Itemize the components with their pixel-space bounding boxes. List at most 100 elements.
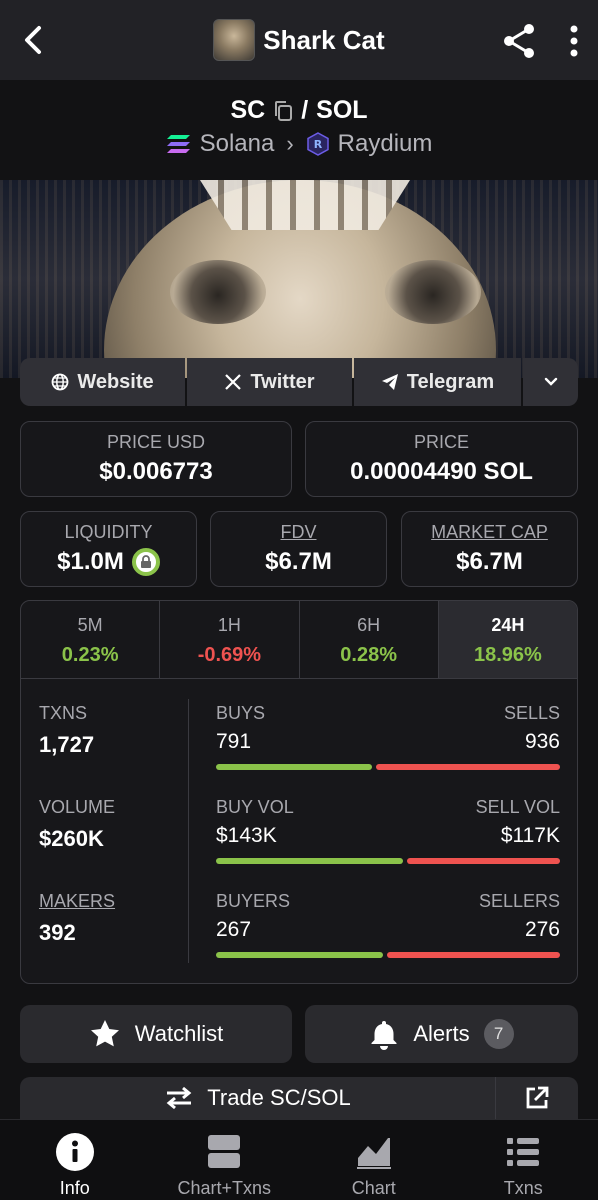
buyers-label: BUYERS [216,891,291,911]
txns-value: 1,727 [39,732,95,757]
token-avatar [213,19,256,61]
nav-chart-txns-label: Chart+Txns [177,1178,272,1198]
nav-info-label: Info [59,1178,90,1198]
alerts-label: Alerts [413,1021,470,1046]
alerts-button[interactable]: Alerts 7 [305,1005,578,1063]
sells-label: SELLS [503,703,560,723]
fdv-label[interactable]: FDV [211,522,386,543]
buyers-value: 267 [216,918,252,941]
volume-value: $260K [39,826,104,851]
buys-sells-bar [216,764,560,770]
tab-5m[interactable]: 5M 0.23% [21,601,161,678]
telegram-button[interactable]: Telegram [354,358,521,406]
volume-label: VOLUME [39,797,116,817]
star-icon [90,1020,119,1047]
area-chart-icon [356,1138,391,1169]
tab-change: -0.69% [197,644,262,666]
bottom-navigation: Info Chart+Txns Chart Txns [0,1119,598,1200]
more-options-icon[interactable] [560,22,588,60]
website-label: Website [77,370,154,393]
buyers-sellers-stat: BUYERS SELLERS 267 276 [216,891,560,958]
nav-txns[interactable]: Txns [449,1120,598,1200]
swap-arrows-icon [166,1086,192,1110]
twitter-button[interactable]: Twitter [187,358,352,406]
tab-label: 24H [491,615,525,635]
fdv-value: $6.7M [265,548,332,575]
page-title: Shark Cat [263,24,385,55]
svg-text:R: R [313,138,322,151]
watchlist-button[interactable]: Watchlist [20,1005,292,1063]
tab-1h[interactable]: 1H -0.69% [160,601,300,678]
quote-symbol: SOL [316,96,368,124]
sells-value: 936 [524,730,560,753]
lock-icon[interactable] [131,548,160,576]
volume-split-bar [216,858,560,864]
trading-stats-panel: 5M 0.23% 1H -0.69% 6H 0.28% 24H 18.96% T… [20,600,578,984]
top-bar: Shark Cat [0,0,598,80]
pair-header: SC / SOL Solana › R Raydium [0,80,598,180]
globe-icon [51,373,69,391]
nav-chart[interactable]: Chart [299,1120,449,1200]
website-button[interactable]: Website [20,358,185,406]
chain-dex-breadcrumb: Solana › R Raydium [0,130,598,158]
pair-name: SC / SOL [0,96,598,125]
txns-label: TXNS [39,703,88,723]
price-native-value: 0.00004490 SOL [350,458,533,485]
chart-txns-icon [208,1135,241,1168]
chain-name[interactable]: Solana [200,130,275,158]
twitter-label: Twitter [250,370,315,393]
info-icon [55,1133,94,1171]
social-links-bar: Website Twitter Telegram [20,358,578,406]
tab-label: 6H [357,615,381,635]
buys-value: 791 [216,730,252,753]
telegram-icon [381,374,398,390]
price-native-card: PRICE 0.00004490 SOL [305,421,578,497]
market-cap-value: $6.7M [456,548,523,575]
solana-icon [166,135,190,153]
x-logo-icon [225,374,242,390]
makers-stat: MAKERS 392 [39,891,115,946]
more-links-button[interactable] [523,358,578,406]
watchlist-label: Watchlist [134,1021,224,1046]
copy-icon[interactable] [273,100,293,122]
tab-6h[interactable]: 6H 0.28% [300,601,439,678]
sellers-value: 276 [524,918,560,941]
list-icon [507,1138,540,1166]
market-cap-card: MARKET CAP $6.7M [401,511,578,587]
share-icon[interactable] [500,22,538,60]
sellers-label: SELLERS [478,891,560,911]
nav-txns-label: Txns [503,1178,543,1198]
trade-label: Trade SC/SOL [207,1085,351,1110]
pair-slash: / [301,96,309,124]
open-external-button[interactable] [495,1077,578,1119]
liquidity-value: $1.0M [57,548,124,575]
market-cap-label[interactable]: MARKET CAP [402,522,577,543]
nav-info[interactable]: Info [0,1120,150,1200]
trade-button[interactable]: Trade SC/SOL [20,1077,494,1119]
tab-label: 5M [77,615,103,635]
chevron-down-icon [544,377,557,386]
base-symbol: SC [230,96,266,124]
price-usd-value: $0.006773 [99,458,213,485]
buyers-sellers-bar [216,952,560,958]
tab-24h[interactable]: 24H 18.96% [438,601,577,678]
volume-split-stat: BUY VOL SELL VOL $143K $117K [216,797,560,864]
sell-vol-value: $117K [500,824,560,847]
external-link-icon [526,1086,549,1109]
makers-value: 392 [39,920,76,945]
nav-chart-label: Chart [351,1178,396,1198]
trade-bar: Trade SC/SOL [20,1077,578,1119]
nav-chart-txns[interactable]: Chart+Txns [150,1120,300,1200]
raydium-icon: R [306,132,329,156]
txns-stat: TXNS 1,727 [39,703,94,758]
price-usd-card: PRICE USD $0.006773 [20,421,292,497]
volume-stat: VOLUME $260K [39,797,115,852]
tab-label: 1H [217,615,241,635]
buy-vol-label: BUY VOL [216,797,294,817]
dex-name[interactable]: Raydium [338,130,433,158]
token-banner-image [0,180,598,378]
timeframe-tabs: 5M 0.23% 1H -0.69% 6H 0.28% 24H 18.96% [21,601,577,679]
price-usd-label: PRICE USD [106,432,205,452]
makers-label[interactable]: MAKERS [39,891,115,912]
tab-change: 18.96% [473,644,542,666]
